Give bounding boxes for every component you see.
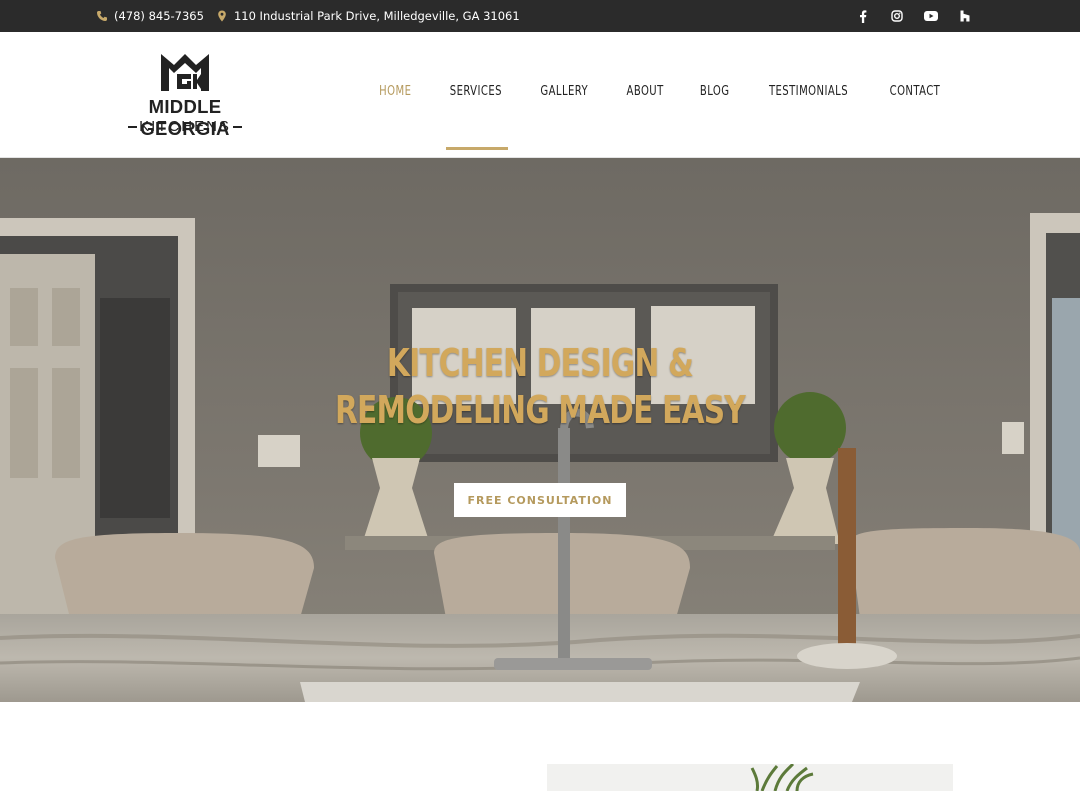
main-nav: HOME SERVICES GALLERY ABOUT BLOG TESTIMO… xyxy=(361,84,960,99)
top-bar: (478) 845-7365 110 Industrial Park Drive… xyxy=(0,0,1080,32)
active-nav-indicator xyxy=(446,147,508,150)
nav-services[interactable]: SERVICES xyxy=(436,84,515,99)
logo-monogram xyxy=(161,54,209,91)
location-pin-icon xyxy=(216,10,228,22)
nav-about[interactable]: ABOUT xyxy=(613,84,677,99)
social-links xyxy=(856,0,972,32)
hero-title: KITCHEN DESIGN & REMODELING MADE EASY xyxy=(119,340,961,434)
hero-title-line-1: KITCHEN DESIGN & xyxy=(386,341,694,385)
intro-image xyxy=(547,762,953,791)
youtube-icon[interactable] xyxy=(924,9,938,23)
houzz-icon[interactable] xyxy=(958,9,972,23)
facebook-icon[interactable] xyxy=(856,9,870,23)
logo-line-2: KITCHENS xyxy=(104,118,266,135)
instagram-icon[interactable] xyxy=(890,9,904,23)
address[interactable]: 110 Industrial Park Drive, Milledgeville… xyxy=(234,9,520,23)
hero-section: KITCHEN DESIGN & REMODELING MADE EASY FR… xyxy=(0,158,1080,702)
site-header: MIDDLE GEORGIA KITCHENS HOME SERVICES GA… xyxy=(0,32,1080,158)
intro-section xyxy=(0,702,1080,791)
nav-contact[interactable]: CONTACT xyxy=(876,84,953,99)
phone-icon xyxy=(96,10,108,22)
site-logo[interactable]: MIDDLE GEORGIA KITCHENS xyxy=(104,50,266,140)
free-consultation-button[interactable]: FREE CONSULTATION xyxy=(454,483,626,517)
hero-title-line-2: REMODELING MADE EASY xyxy=(335,388,746,432)
nav-blog[interactable]: BLOG xyxy=(686,84,742,99)
nav-testimonials[interactable]: TESTIMONIALS xyxy=(756,84,862,99)
phone-number[interactable]: (478) 845-7365 xyxy=(114,9,204,23)
nav-home[interactable]: HOME xyxy=(366,84,425,99)
nav-gallery[interactable]: GALLERY xyxy=(527,84,601,99)
contact-info: (478) 845-7365 110 Industrial Park Drive… xyxy=(96,0,520,32)
logo-line-2-text: KITCHENS xyxy=(139,118,231,135)
